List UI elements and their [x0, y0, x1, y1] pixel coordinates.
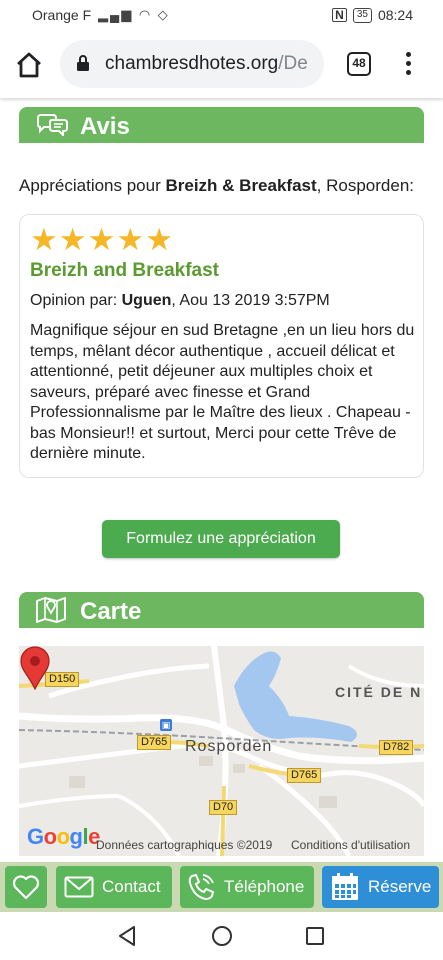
- heart-icon: [12, 875, 40, 900]
- star-rating: ★ ★ ★ ★ ★: [30, 224, 173, 255]
- reserve-label: Réserve: [368, 877, 432, 896]
- menu-icon[interactable]: [401, 52, 415, 78]
- road-label: D765: [137, 735, 172, 750]
- contact-label: Contact: [102, 877, 161, 896]
- district-label: CITÉ DE N: [335, 684, 423, 700]
- review-meta: Opinion par: Uguen, Aou 13 2019 3:57PM: [30, 292, 330, 309]
- lock-icon: [77, 55, 89, 71]
- review-text: Magnifique séjour en sud Bretagne ,en un…: [30, 322, 415, 462]
- url-path: /De: [278, 53, 308, 74]
- star-icon: ★: [30, 222, 58, 257]
- reviews-intro: Appréciations pour Breizh & Breakfast, R…: [19, 176, 414, 195]
- phone-label: Téléphone: [224, 877, 305, 896]
- calendar-icon: [332, 873, 358, 900]
- reserve-button[interactable]: Réserve: [322, 866, 439, 908]
- carrier-label: Orange F: [32, 7, 92, 23]
- star-icon: ★: [116, 222, 145, 257]
- map-header: Carte: [19, 592, 424, 628]
- review-card: ★ ★ ★ ★ ★ Breizh and Breakfast Opinion p…: [19, 214, 424, 478]
- location-pin-icon[interactable]: [19, 646, 51, 690]
- write-review-button[interactable]: Formulez une appréciation: [102, 520, 340, 558]
- clock: 08:24: [377, 7, 413, 23]
- favorite-button[interactable]: [5, 866, 47, 908]
- envelope-icon: [64, 876, 94, 898]
- home-nav-icon[interactable]: [211, 925, 233, 947]
- tab-switcher-button[interactable]: 48: [347, 52, 371, 76]
- battery-icon: 35: [352, 7, 372, 23]
- road-label: D70: [209, 800, 238, 815]
- back-icon[interactable]: [116, 925, 138, 947]
- address-bar[interactable]: chambresdhotes.org/De: [60, 40, 324, 88]
- map-terms-link[interactable]: Conditions d'utilisation: [291, 838, 410, 852]
- star-icon: ★: [145, 222, 173, 257]
- url-host: chambresdhotes.org: [105, 53, 279, 74]
- recents-icon[interactable]: [305, 926, 325, 946]
- map-attribution: Données cartographiques ©2019: [96, 838, 273, 852]
- review-author: Uguen: [121, 292, 172, 309]
- system-nav-bar: [0, 912, 443, 960]
- road-label: D765: [287, 768, 322, 783]
- review-title: Breizh and Breakfast: [30, 260, 220, 281]
- nfc-icon: N: [332, 8, 347, 22]
- reviews-header: Avis: [19, 107, 424, 143]
- home-icon[interactable]: [14, 50, 44, 80]
- star-icon: ★: [58, 222, 87, 257]
- signal-wifi-icons: ▂▄▆ ◠ ◇: [98, 7, 170, 22]
- review-date: , Aou 13 2019 3:57PM: [171, 292, 330, 309]
- road-label: D782: [379, 740, 414, 755]
- phone-button[interactable]: Téléphone: [180, 866, 314, 908]
- place-name: Breizh & Breakfast: [165, 176, 317, 195]
- contact-button[interactable]: Contact: [56, 866, 172, 908]
- town-label: Rosporden: [185, 738, 273, 755]
- status-bar: Orange F ▂▄▆ ◠ ◇ N 35 08:24: [0, 0, 443, 30]
- map-title: Carte: [80, 598, 142, 625]
- map-view[interactable]: D150 D765 D765 D782 D70 ▣ Rosporden CITÉ…: [19, 646, 424, 856]
- browser-toolbar: chambresdhotes.org/De 48: [0, 30, 443, 98]
- train-station-icon: ▣: [160, 719, 172, 731]
- speech-bubbles-icon: [37, 114, 68, 136]
- map-icon: [36, 597, 66, 623]
- phone-icon: [188, 874, 214, 900]
- star-icon: ★: [87, 222, 116, 257]
- reviews-title: Avis: [80, 113, 130, 140]
- action-bar: Contact Téléphone Réserve: [0, 862, 443, 912]
- google-logo: Google: [27, 824, 100, 849]
